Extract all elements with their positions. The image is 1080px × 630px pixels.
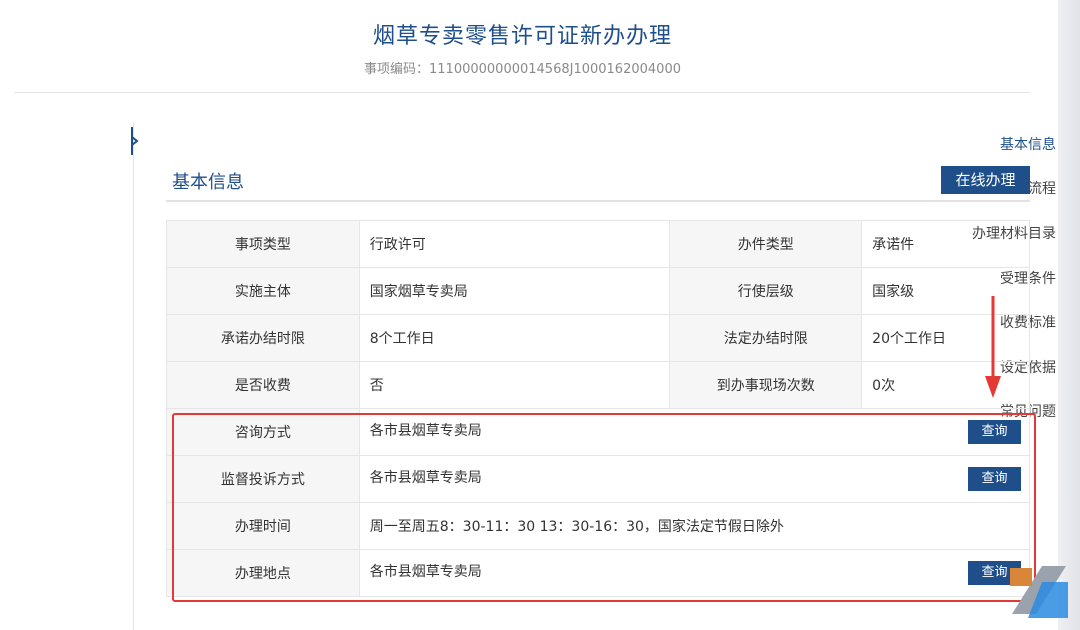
cell-label: 是否收费 bbox=[166, 361, 360, 409]
annotation-highlight-box bbox=[172, 413, 1036, 602]
section-underline bbox=[166, 200, 1030, 202]
online-apply-button[interactable]: 在线办理 bbox=[941, 166, 1030, 194]
cell-value: 20个工作日 bbox=[861, 314, 1030, 362]
cell-label: 承诺办结时限 bbox=[166, 314, 360, 362]
chevron-right-icon bbox=[131, 127, 139, 155]
cell-value: 0次 bbox=[861, 361, 1030, 409]
cell-label: 实施主体 bbox=[166, 267, 360, 315]
table-row: 事项类型 行政许可 办件类型 承诺件 bbox=[166, 220, 1030, 268]
table-row: 是否收费 否 到办事现场次数 0次 bbox=[166, 361, 1030, 409]
cell-label: 行使层级 bbox=[669, 267, 863, 315]
cell-value: 否 bbox=[358, 361, 671, 409]
cell-label: 到办事现场次数 bbox=[669, 361, 863, 409]
cell-value: 承诺件 bbox=[861, 220, 1030, 268]
cell-label: 法定办结时限 bbox=[669, 314, 863, 362]
header-divider bbox=[14, 92, 1030, 93]
cell-value: 8个工作日 bbox=[358, 314, 671, 362]
logo-icon bbox=[1010, 566, 1068, 618]
sidebar-divider bbox=[133, 122, 134, 630]
cell-value: 国家烟草专卖局 bbox=[358, 267, 671, 315]
table-row: 实施主体 国家烟草专卖局 行使层级 国家级 bbox=[166, 267, 1030, 315]
arrow-down-icon bbox=[985, 296, 1001, 398]
page-edge-background bbox=[1058, 0, 1080, 630]
cell-value: 行政许可 bbox=[358, 220, 671, 268]
cell-label: 办件类型 bbox=[669, 220, 863, 268]
item-code: 事项编码：11100000000014568J1000162004000 bbox=[364, 62, 681, 77]
sidebar-item-basic-info[interactable]: 基本信息 bbox=[1000, 134, 1056, 154]
cell-label: 事项类型 bbox=[166, 220, 360, 268]
cell-value: 国家级 bbox=[861, 267, 1030, 315]
section-title: 基本信息 bbox=[172, 172, 244, 193]
page-title: 烟草专卖零售许可证新办办理 bbox=[372, 24, 672, 49]
table-row: 承诺办结时限 8个工作日 法定办结时限 20个工作日 bbox=[166, 314, 1030, 362]
